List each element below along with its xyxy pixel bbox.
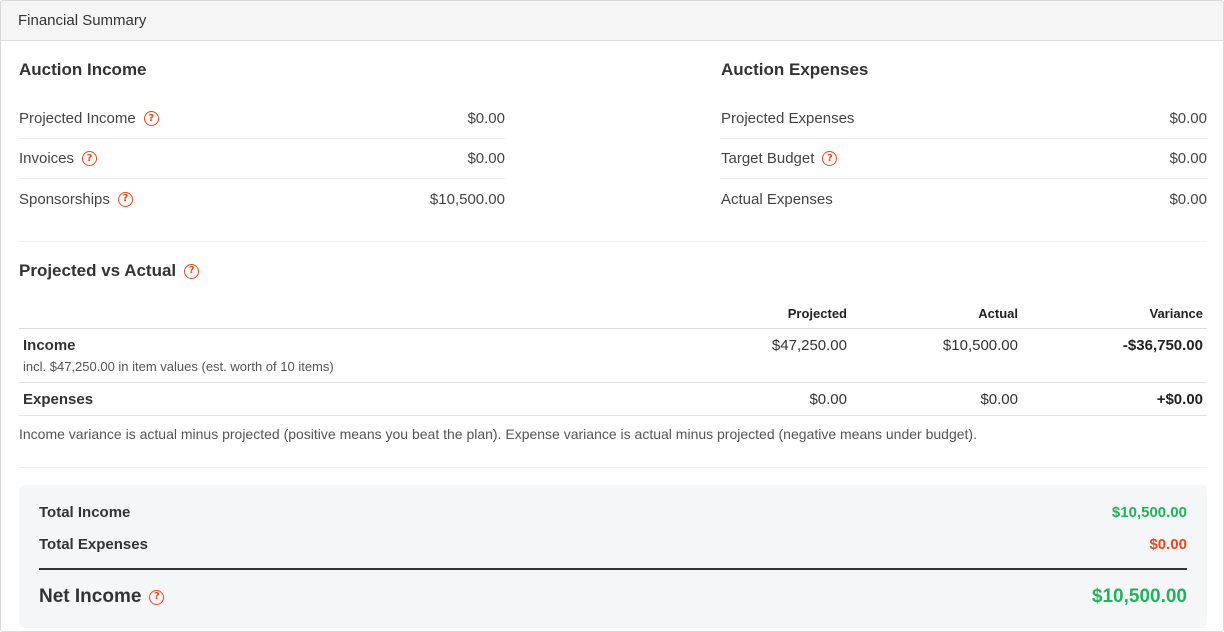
income-actual: $10,500.00 — [851, 328, 1022, 383]
question-circle-icon[interactable]: ? — [822, 151, 838, 166]
column-header-actual: Actual — [851, 299, 1022, 329]
question-circle-icon[interactable]: ? — [149, 589, 165, 605]
actual-expenses-label: Actual Expenses — [721, 190, 833, 208]
total-income-row: Total Income $10,500.00 — [39, 504, 1187, 521]
auction-expenses-heading: Auction Expenses — [721, 60, 869, 79]
target-budget-label: Target Budget — [721, 150, 815, 167]
card-header: Financial Summary — [1, 1, 1223, 41]
auction-income-heading: Auction Income — [19, 60, 147, 79]
net-income-label: Net Income — [39, 586, 142, 607]
income-projected: $47,250.00 — [679, 328, 851, 383]
column-header-variance: Variance — [1022, 299, 1207, 329]
totals-panel: Total Income $10,500.00 Total Expenses $… — [19, 485, 1207, 628]
auction-expenses-section: Auction Expenses Projected Expenses $0.0… — [721, 59, 1207, 219]
total-income-value: $10,500.00 — [1111, 504, 1187, 521]
section-divider — [19, 467, 1207, 468]
net-income-row: Net Income ? $10,500.00 — [39, 586, 1187, 608]
auction-income-section: Auction Income Projected Income ? $0.00 … — [19, 59, 505, 219]
variance-note: Income variance is actual minus projecte… — [19, 426, 977, 442]
card-title: Financial Summary — [18, 12, 147, 29]
column-header — [19, 299, 679, 329]
sponsorships-row: Sponsorships ? $10,500.00 — [19, 179, 505, 219]
section-divider — [19, 241, 1207, 242]
expenses-projected: $0.00 — [679, 382, 851, 416]
actual-expenses-row: Actual Expenses $0.00 — [721, 179, 1207, 219]
projected-vs-actual-heading: Projected vs Actual ? — [19, 260, 200, 282]
sponsorships-value: $10,500.00 — [429, 190, 505, 208]
question-circle-icon[interactable]: ? — [143, 111, 159, 126]
target-budget-value: $0.00 — [1169, 150, 1207, 167]
projected-income-value: $0.00 — [467, 110, 505, 127]
total-income-label: Total Income — [39, 504, 131, 521]
total-expenses-row: Total Expenses $0.00 — [39, 536, 1187, 553]
auction-expenses-list: Projected Expenses $0.00 Target Budget ?… — [721, 99, 1207, 219]
target-budget-row: Target Budget ? $0.00 — [721, 139, 1207, 179]
table-header-row: Projected Actual Variance — [19, 299, 1207, 329]
actual-expenses-value: $0.00 — [1169, 190, 1207, 208]
question-circle-icon[interactable]: ? — [117, 191, 133, 207]
projected-expenses-value: $0.00 — [1169, 110, 1207, 127]
total-expenses-label: Total Expenses — [39, 536, 148, 553]
net-income-value: $10,500.00 — [1091, 586, 1187, 607]
expenses-actual: $0.00 — [851, 382, 1022, 416]
projected-income-row: Projected Income ? $0.00 — [19, 99, 505, 139]
invoices-label: Invoices — [19, 150, 75, 167]
auction-income-list: Projected Income ? $0.00 Invoices ? $0.0… — [19, 99, 505, 219]
financial-summary-card: Financial Summary Auction Income Project… — [0, 0, 1224, 632]
invoices-value: $0.00 — [467, 150, 505, 167]
projected-income-label: Projected Income — [19, 110, 136, 127]
income-row-label: Income — [23, 336, 76, 354]
income-variance: -$36,750.00 — [1022, 328, 1207, 383]
expenses-variance: +$0.00 — [1022, 382, 1207, 416]
invoices-row: Invoices ? $0.00 — [19, 139, 505, 179]
table-row-expenses: Expenses $0.00 $0.00 +$0.00 — [19, 382, 1207, 416]
projected-vs-actual-table: Projected Actual Variance Income incl. $… — [19, 299, 1207, 416]
projected-expenses-label: Projected Expenses — [721, 110, 855, 127]
total-expenses-value: $0.00 — [1149, 536, 1187, 553]
column-header-projected: Projected — [679, 299, 851, 329]
totals-divider — [39, 568, 1187, 570]
expenses-row-label: Expenses — [23, 390, 94, 408]
question-circle-icon[interactable]: ? — [184, 263, 200, 279]
sponsorships-label: Sponsorships — [19, 190, 110, 208]
projected-expenses-row: Projected Expenses $0.00 — [721, 99, 1207, 139]
question-circle-icon[interactable]: ? — [82, 151, 98, 166]
table-row-income: Income incl. $47,250.00 in item values (… — [19, 328, 1207, 383]
income-row-subtext: incl. $47,250.00 in item values (est. wo… — [23, 358, 334, 374]
